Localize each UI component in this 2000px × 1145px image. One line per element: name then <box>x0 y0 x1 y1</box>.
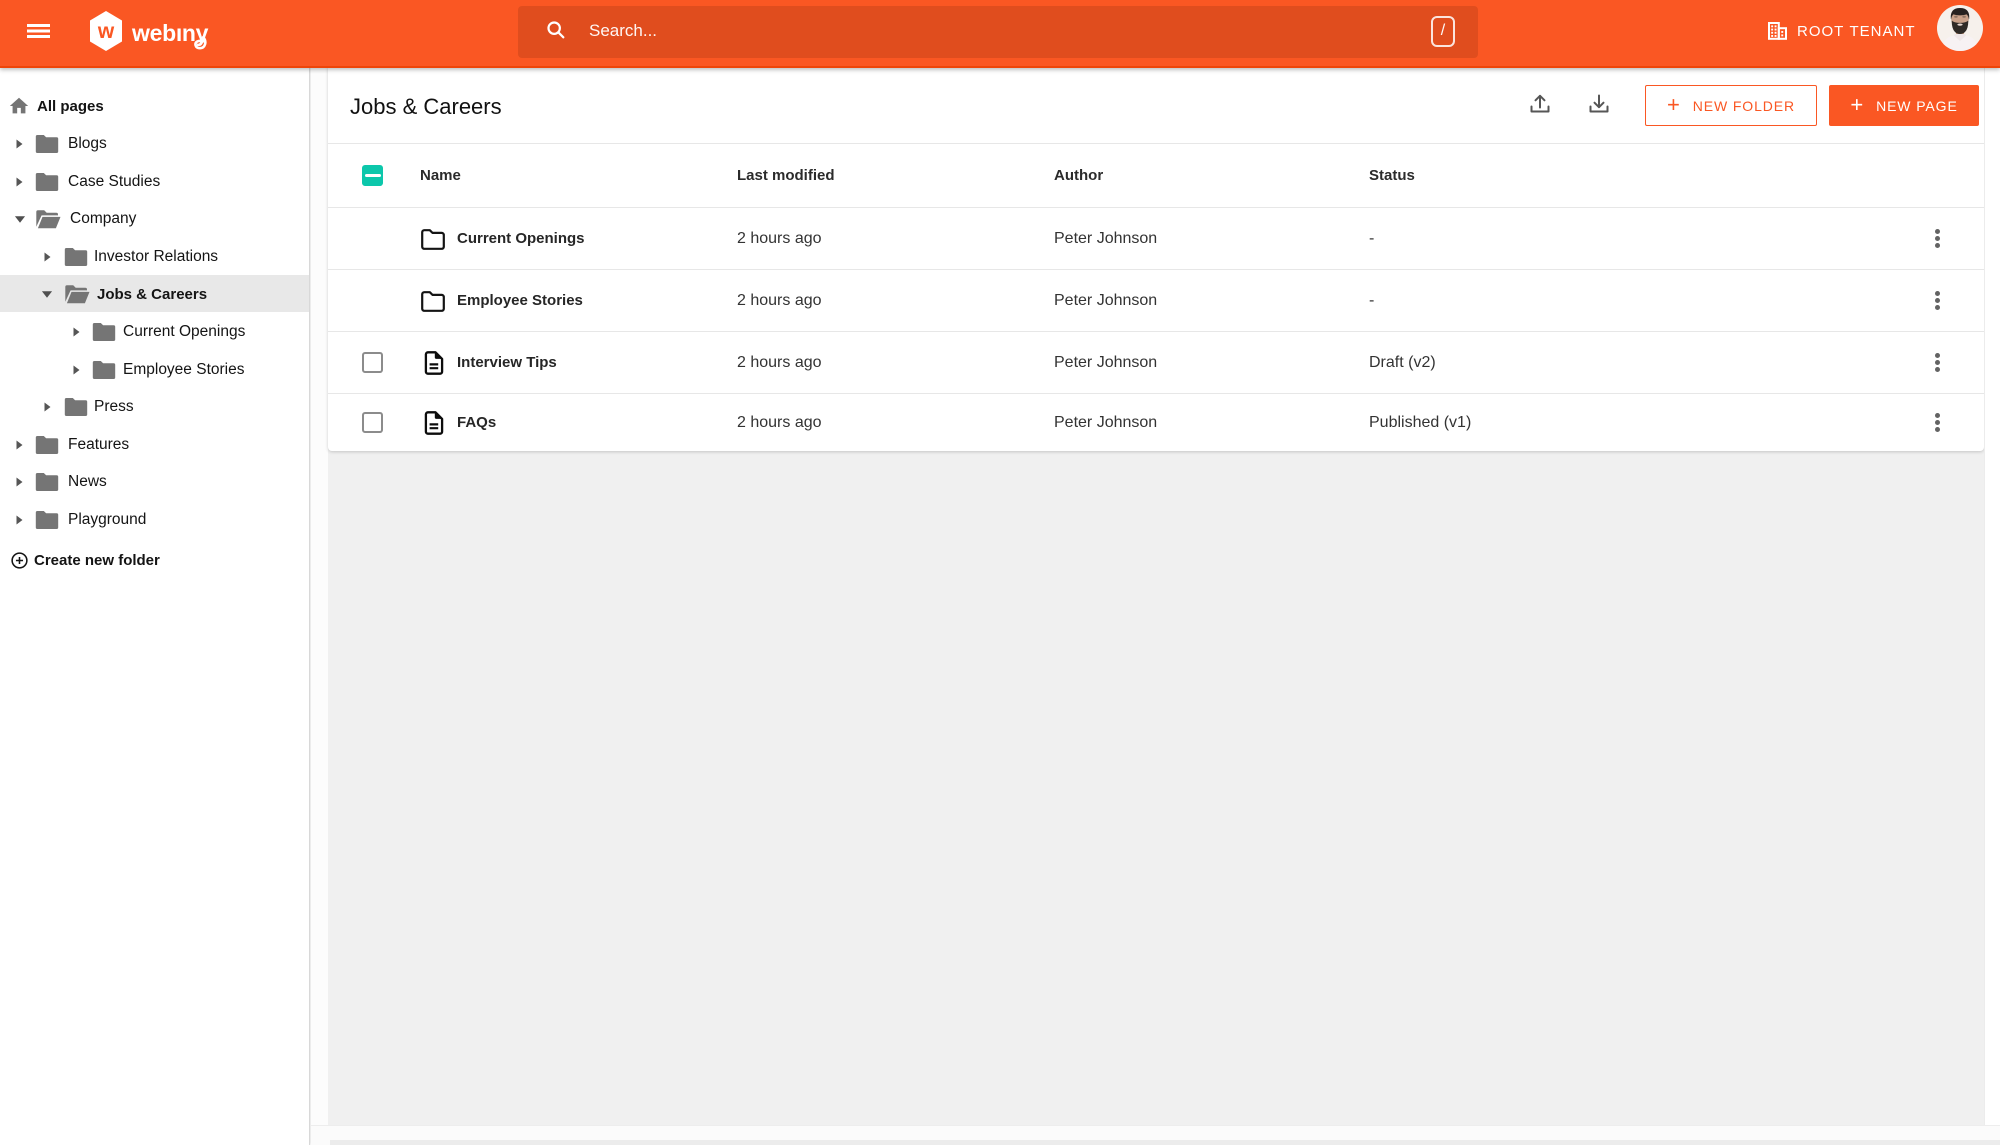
svg-text:w: w <box>97 20 115 43</box>
